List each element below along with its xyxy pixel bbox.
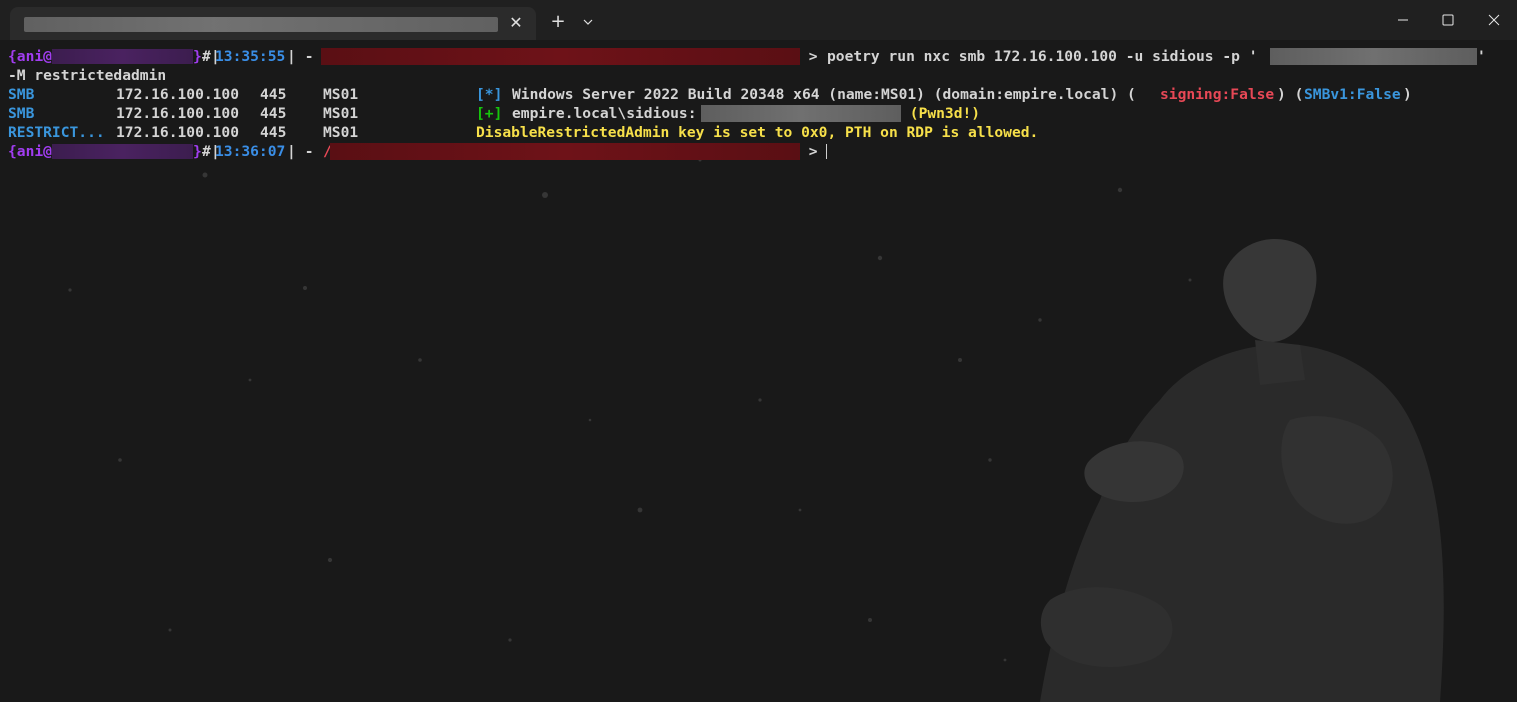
output-port: 445 — [260, 86, 287, 103]
output-message: Windows Server 2022 Build 20348 x64 (nam… — [512, 86, 1136, 103]
prompt-close-brace: } — [193, 143, 202, 160]
prompt-hash: # — [202, 48, 211, 65]
prompt-bar-close: | — [287, 48, 296, 65]
prompt-hash: # — [202, 143, 211, 160]
tab-title-redacted — [24, 17, 498, 32]
output-smbv1: SMBv1:False — [1304, 86, 1401, 103]
path-redacted — [330, 143, 800, 160]
output-ip: 172.16.100.100 — [116, 124, 240, 141]
prompt-user: {ani@ — [8, 48, 52, 65]
prompt-line-1: {ani@ } # | 13:35:55 | - > poetry run nx… — [8, 47, 1508, 66]
prompt-line-2: {ani@ } # | 13:36:07 | - / > — [8, 142, 908, 161]
output-protocol: SMB — [8, 86, 35, 103]
maximize-button[interactable] — [1425, 0, 1471, 40]
close-window-button[interactable] — [1471, 0, 1517, 40]
terminal-tab[interactable]: ✕ — [10, 7, 536, 40]
output-pwned: (Pwn3d!) — [901, 105, 981, 122]
path-redacted — [321, 48, 800, 65]
prompt-dash: - — [296, 48, 314, 65]
output-signing: signing:False — [1160, 86, 1275, 103]
hostname-redacted — [52, 144, 193, 159]
prompt-arrow: > — [800, 143, 827, 160]
prompt-time: 13:36:07 — [215, 143, 286, 160]
hash-redacted — [701, 105, 901, 122]
output-ip: 172.16.100.100 — [116, 105, 240, 122]
output-protocol: SMB — [8, 105, 35, 122]
output-suffix: ) — [1403, 86, 1412, 103]
prompt-bar-close: | — [287, 143, 296, 160]
command-text: poetry run nxc smb 172.16.100.100 -u sid… — [827, 48, 1258, 65]
tab-close-icon[interactable]: ✕ — [505, 12, 527, 34]
output-host: MS01 — [323, 86, 359, 103]
output-marker-success: [+] — [476, 105, 503, 122]
prompt-close-brace: } — [193, 48, 202, 65]
new-tab-button[interactable]: + — [546, 10, 570, 34]
prompt-time: 13:35:55 — [215, 48, 286, 65]
terminal-window: ✕ + {ani@} # | 13:35:55 | - > poetry ru… — [0, 0, 1517, 702]
text-cursor — [826, 144, 827, 159]
output-row: SMB 172.16.100.100 445 MS01 [+] empire.l… — [8, 104, 1108, 123]
output-row: RESTRICT... 172.16.100.100 445 MS01 Disa… — [8, 123, 1108, 142]
output-mid: ) ( — [1277, 86, 1304, 103]
prompt-user: {ani@ — [8, 143, 52, 160]
hostname-redacted — [52, 49, 193, 64]
output-port: 445 — [260, 105, 287, 122]
command-quote-end: ' — [1477, 48, 1486, 65]
output-message: empire.local\sidious: — [512, 105, 697, 122]
prompt-dash: - — [296, 143, 314, 160]
output-host: MS01 — [323, 124, 359, 141]
command-continuation: -M restrictedadmin — [8, 67, 167, 84]
output-port: 445 — [260, 124, 287, 141]
output-host: MS01 — [323, 105, 359, 122]
output-row: SMB 172.16.100.100 445 MS01 [*] Windows … — [8, 85, 1508, 104]
terminal-pane[interactable]: {ani@ } # | 13:35:55 | - > poetry run nx… — [0, 40, 1517, 702]
output-protocol: RESTRICT... — [8, 124, 105, 141]
output-marker-info: [*] — [476, 86, 503, 103]
chevron-down-icon[interactable] — [577, 11, 599, 33]
command-continuation-line: -M restrictedadmin — [8, 66, 608, 85]
output-message: DisableRestrictedAdmin key is set to 0x0… — [476, 124, 1039, 141]
title-bar: ✕ + — [0, 0, 1517, 40]
prompt-arrow: > — [800, 48, 827, 65]
output-ip: 172.16.100.100 — [116, 86, 240, 103]
minimize-button[interactable] — [1380, 0, 1426, 40]
password-redacted — [1270, 48, 1477, 65]
